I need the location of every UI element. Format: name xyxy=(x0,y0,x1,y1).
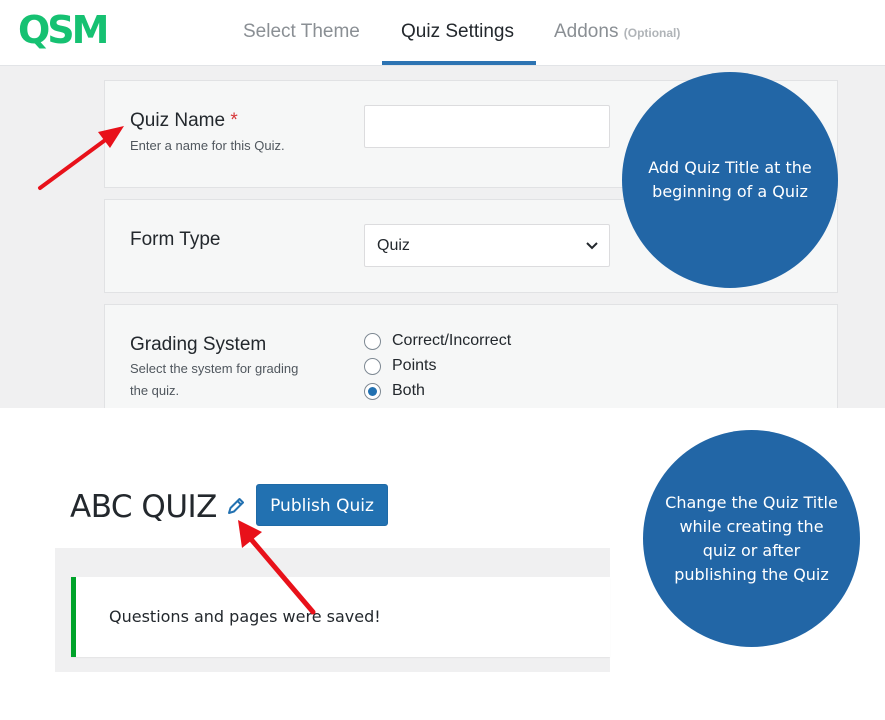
callout-line: Change the Quiz Title xyxy=(665,492,838,512)
notice-text: Questions and pages were saved! xyxy=(109,607,381,626)
form-type-select[interactable]: Quiz xyxy=(364,224,610,267)
grading-system-description-line2: the quiz. xyxy=(130,383,180,398)
chevron-down-icon xyxy=(586,242,598,250)
quiz-name-description: Enter a name for this Quiz. xyxy=(130,138,285,153)
grading-system-description-line1: Select the system for grading xyxy=(130,361,299,376)
callout-line: beginning of a Quiz xyxy=(652,182,808,201)
active-tab-indicator xyxy=(382,61,536,65)
quiz-title: ABC QUIZ xyxy=(70,489,217,525)
quiz-name-label: Quiz Name * xyxy=(130,110,238,131)
grading-option-both[interactable]: Both xyxy=(364,380,425,402)
callout-line: while creating the xyxy=(679,516,824,536)
radio-button-selected[interactable] xyxy=(364,382,381,400)
tab-addons[interactable]: Addons (Optional) xyxy=(554,20,680,45)
callout-line: publishing the Quiz xyxy=(674,564,829,584)
publish-quiz-button[interactable]: Publish Quiz xyxy=(256,484,388,526)
callout-line: quiz or after xyxy=(702,540,801,560)
grading-system-label: Grading System xyxy=(130,334,267,355)
tab-quiz-settings[interactable]: Quiz Settings xyxy=(401,20,514,44)
required-marker: * xyxy=(230,110,238,131)
callout-add-quiz-title: Add Quiz Title at the beginning of a Qui… xyxy=(622,72,838,288)
radio-button[interactable] xyxy=(364,357,381,375)
radio-button[interactable] xyxy=(364,332,381,350)
form-type-value: Quiz xyxy=(377,237,410,254)
grading-option-correct-incorrect[interactable]: Correct/Incorrect xyxy=(364,330,511,352)
quiz-name-input[interactable] xyxy=(364,105,610,148)
form-type-label: Form Type xyxy=(130,229,221,250)
qsm-logo: QSM xyxy=(18,8,109,52)
callout-line: Add Quiz Title at the xyxy=(648,158,812,177)
callout-change-quiz-title: Change the Quiz Title while creating the… xyxy=(643,430,860,647)
grading-option-points[interactable]: Points xyxy=(364,355,436,377)
tab-select-theme[interactable]: Select Theme xyxy=(243,20,360,44)
tab-addons-optional: (Optional) xyxy=(623,26,681,40)
pencil-icon[interactable] xyxy=(226,496,246,516)
